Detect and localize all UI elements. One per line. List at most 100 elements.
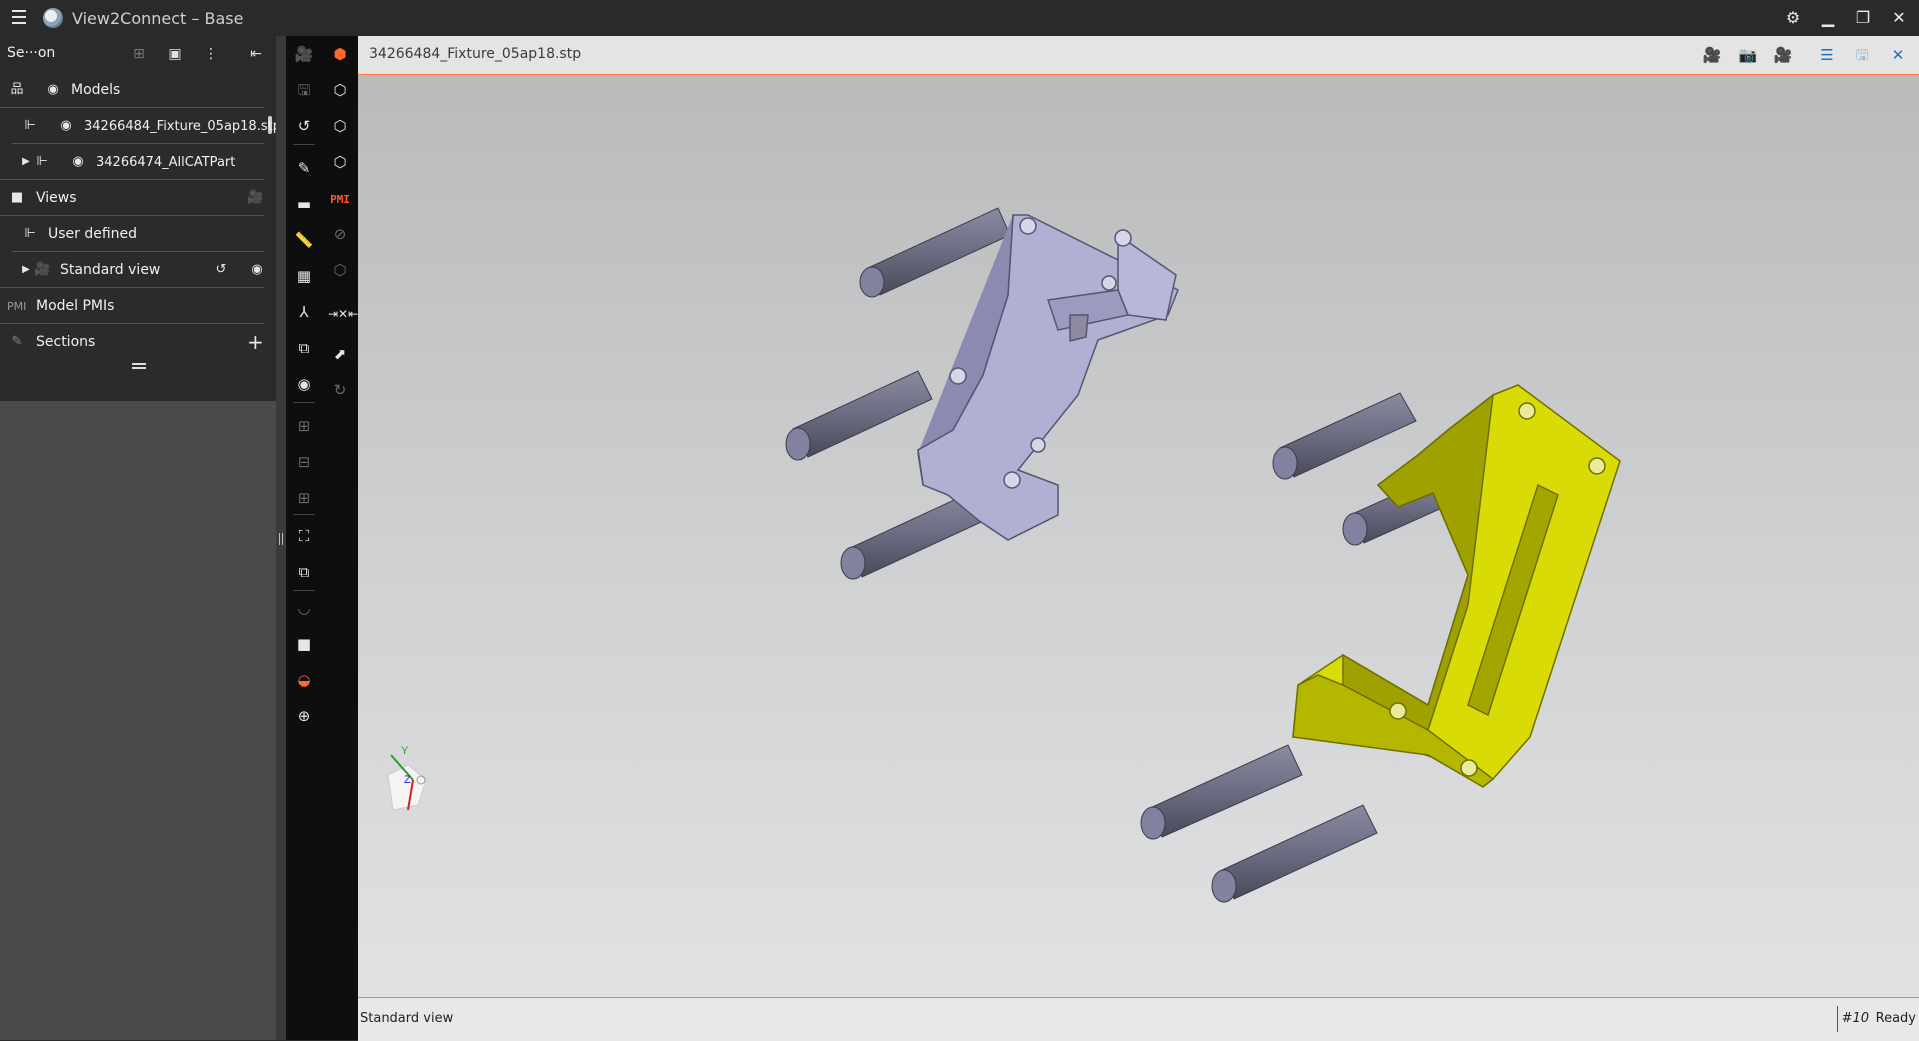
tool-strip: 🎥 🖫 ↺ ✎ ▬ 📏 ▦ ⅄ ⧉ ◉ ⊞ ⊟ ⊞ ⛶ ⧉ ◡ ■ ◒ ⊕ ⬢ … — [286, 36, 358, 1040]
add-section-plus-icon[interactable]: + — [247, 332, 264, 352]
toolbar-separator — [293, 590, 315, 591]
model-pmis-label: Model PMIs — [36, 298, 115, 314]
visibility-eye-icon[interactable]: ◉ — [45, 82, 61, 98]
status-state: Ready — [1875, 1011, 1916, 1026]
orbit-icon[interactable]: ◡ — [292, 596, 316, 620]
sections-label: Sections — [36, 334, 96, 350]
cad-scene[interactable]: Y Z — [358, 75, 1919, 997]
model-file-label: 34266484_Fixture_05ap18.stp — [84, 119, 281, 134]
standard-view-label: Standard view — [60, 262, 161, 278]
side-view-cube-icon[interactable]: ⬡ — [328, 150, 352, 174]
lavender-fixture-plate — [917, 214, 1179, 541]
vertical-splitter[interactable] — [276, 36, 286, 1040]
list-view-icon[interactable]: ☰ — [1817, 45, 1837, 65]
section-plane-icon[interactable]: ⇥✕⇤ — [328, 302, 358, 326]
toolbar-separator — [293, 144, 315, 145]
color-palette-icon[interactable]: ▦ — [292, 264, 316, 288]
pen-markup-icon[interactable]: ✎ — [292, 156, 316, 180]
video-record-icon[interactable]: ■ — [292, 632, 316, 656]
panel-box-icon[interactable]: ▣ — [166, 45, 184, 63]
ungroup-icon[interactable]: ⊞ — [292, 486, 316, 510]
tree-row-sections[interactable]: ✎ Sections + — [0, 324, 276, 360]
toolbar-separator — [293, 402, 315, 403]
visibility-eye-icon[interactable]: ◉ — [249, 262, 265, 278]
rotate-icon[interactable]: ↻ — [328, 378, 352, 402]
select-cursor-icon[interactable]: ⬈ — [328, 342, 352, 366]
axis-triad-icon[interactable]: ⅄ — [292, 300, 316, 324]
screenshot-camera-icon[interactable]: 📷 — [1738, 45, 1758, 65]
folder-tree-icon: ⊩ — [24, 226, 36, 241]
save-icon[interactable]: 🖫 — [292, 78, 316, 102]
reset-view-icon[interactable]: ↺ — [213, 262, 229, 278]
document-title: 34266484_Fixture_05ap18.stp — [369, 46, 582, 62]
status-view-name: Standard view — [360, 1011, 454, 1026]
3d-cube-orange-icon[interactable]: ⬢ — [328, 42, 352, 66]
label-tag-icon[interactable]: ▬ — [292, 192, 316, 216]
model-part-label: 34266474_AllCATPart — [96, 155, 236, 170]
expand-arrow-icon[interactable]: ▶ — [18, 154, 34, 170]
minimize-button[interactable]: ▁ — [1818, 8, 1838, 28]
more-options-icon[interactable]: ⋮ — [202, 45, 220, 63]
add-view-camera-icon[interactable]: 🎥 — [247, 190, 263, 206]
transparency-cube-icon[interactable]: ⬡ — [328, 258, 352, 282]
tree-row-user-defined[interactable]: ⊩ User defined — [0, 216, 276, 252]
video-camera-icon: ■ — [10, 190, 24, 205]
tree-row-model-file[interactable]: ⊩ ◉ 34266484_Fixture_05ap18.stp — [0, 108, 281, 144]
settings-gear-icon[interactable]: ⚙ — [1783, 8, 1803, 28]
status-count: #10 — [1841, 1011, 1869, 1026]
section-pen-icon: ✎ — [11, 334, 23, 349]
top-view-cube-icon[interactable]: ⬡ — [328, 114, 352, 138]
assembly-icon: ⊩ — [24, 118, 36, 133]
disable-circle-icon[interactable]: ⊘ — [328, 222, 352, 246]
status-bar: Standard view #10 Ready — [358, 997, 1919, 1041]
compare-icon[interactable]: ⊟ — [292, 450, 316, 474]
tree-row-model-part[interactable]: ▶ ⊩ ◉ 34266474_AllCATPart — [0, 144, 276, 180]
undo-icon[interactable]: ↺ — [292, 114, 316, 138]
user-defined-label: User defined — [48, 226, 138, 242]
fit-all-icon[interactable]: ⛶ — [292, 524, 316, 548]
panel-splitter[interactable] — [0, 360, 276, 372]
3d-viewport[interactable]: 34266484_Fixture_05ap18.stp 🎥 📷 🎥 ☰ 🖫 ✕ — [358, 36, 1919, 1041]
structure-panel-header: Se···on ⊞ ▣ ⋮ ⇤ — [0, 36, 276, 72]
models-label: Models — [71, 82, 121, 98]
save-disk-icon[interactable]: 🖫 — [1852, 45, 1872, 65]
app-title: View2Connect – Base — [72, 9, 244, 28]
pmi-toggle-button[interactable]: PMI — [328, 186, 352, 210]
visibility-eye-icon[interactable]: ◉ — [292, 372, 316, 396]
hamburger-menu-icon[interactable] — [12, 10, 26, 24]
model-tree: 品 ◉ Models ⊩ ◉ 34266484_Fixture_05ap18.s… — [0, 72, 281, 401]
tree-structure-icon[interactable]: ⊞ — [130, 45, 148, 63]
camera-view-icon[interactable]: 🎥 — [1702, 45, 1722, 65]
render-style-icon[interactable]: ◒ — [292, 668, 316, 692]
visibility-eye-icon[interactable]: ◉ — [70, 154, 86, 170]
tree-row-standard-view[interactable]: ▶ 🎥 Standard view ↺ ◉ — [0, 252, 276, 288]
axis-y-label: Y — [401, 745, 409, 757]
close-button[interactable]: ✕ — [1889, 8, 1909, 28]
camera-view-icon: 🎥 — [34, 262, 51, 277]
pmi-badge: PMI — [7, 300, 27, 313]
tree-row-model-pmis[interactable]: PMI Model PMIs — [0, 288, 276, 324]
close-document-icon[interactable]: ✕ — [1888, 45, 1908, 65]
visibility-eye-icon[interactable]: ◉ — [58, 118, 74, 134]
zoom-selection-icon[interactable]: ⧉ — [292, 560, 316, 584]
front-view-cube-icon[interactable]: ⬡ — [328, 78, 352, 102]
measure-ruler-icon[interactable]: 📏 — [292, 228, 316, 252]
hierarchy-icon: 品 — [10, 82, 24, 97]
splitter-grip-icon — [132, 363, 146, 369]
title-bar: View2Connect – Base ⚙ ▁ ❐ ✕ — [0, 0, 1919, 36]
collapse-panel-icon[interactable]: ⇤ — [247, 45, 265, 63]
pmi-toggle-label: PMI — [330, 193, 350, 206]
toolbar-separator — [293, 514, 315, 515]
target-center-icon[interactable]: ⊕ — [292, 704, 316, 728]
group-icon[interactable]: ⊞ — [292, 414, 316, 438]
tree-row-models[interactable]: 品 ◉ Models — [0, 72, 276, 108]
restore-button[interactable]: ❐ — [1853, 8, 1873, 28]
app-logo-icon — [43, 8, 63, 28]
assembly-icon: ⊩ — [36, 154, 48, 169]
camera-icon[interactable]: 🎥 — [292, 42, 316, 66]
tree-row-views[interactable]: ■ Views 🎥 — [0, 180, 276, 216]
explode-view-icon[interactable]: ⧉ — [292, 336, 316, 360]
expand-arrow-icon[interactable]: ▶ — [18, 262, 34, 278]
camera-settings-icon[interactable]: 🎥 — [1773, 45, 1793, 65]
status-separator — [1837, 1006, 1838, 1032]
